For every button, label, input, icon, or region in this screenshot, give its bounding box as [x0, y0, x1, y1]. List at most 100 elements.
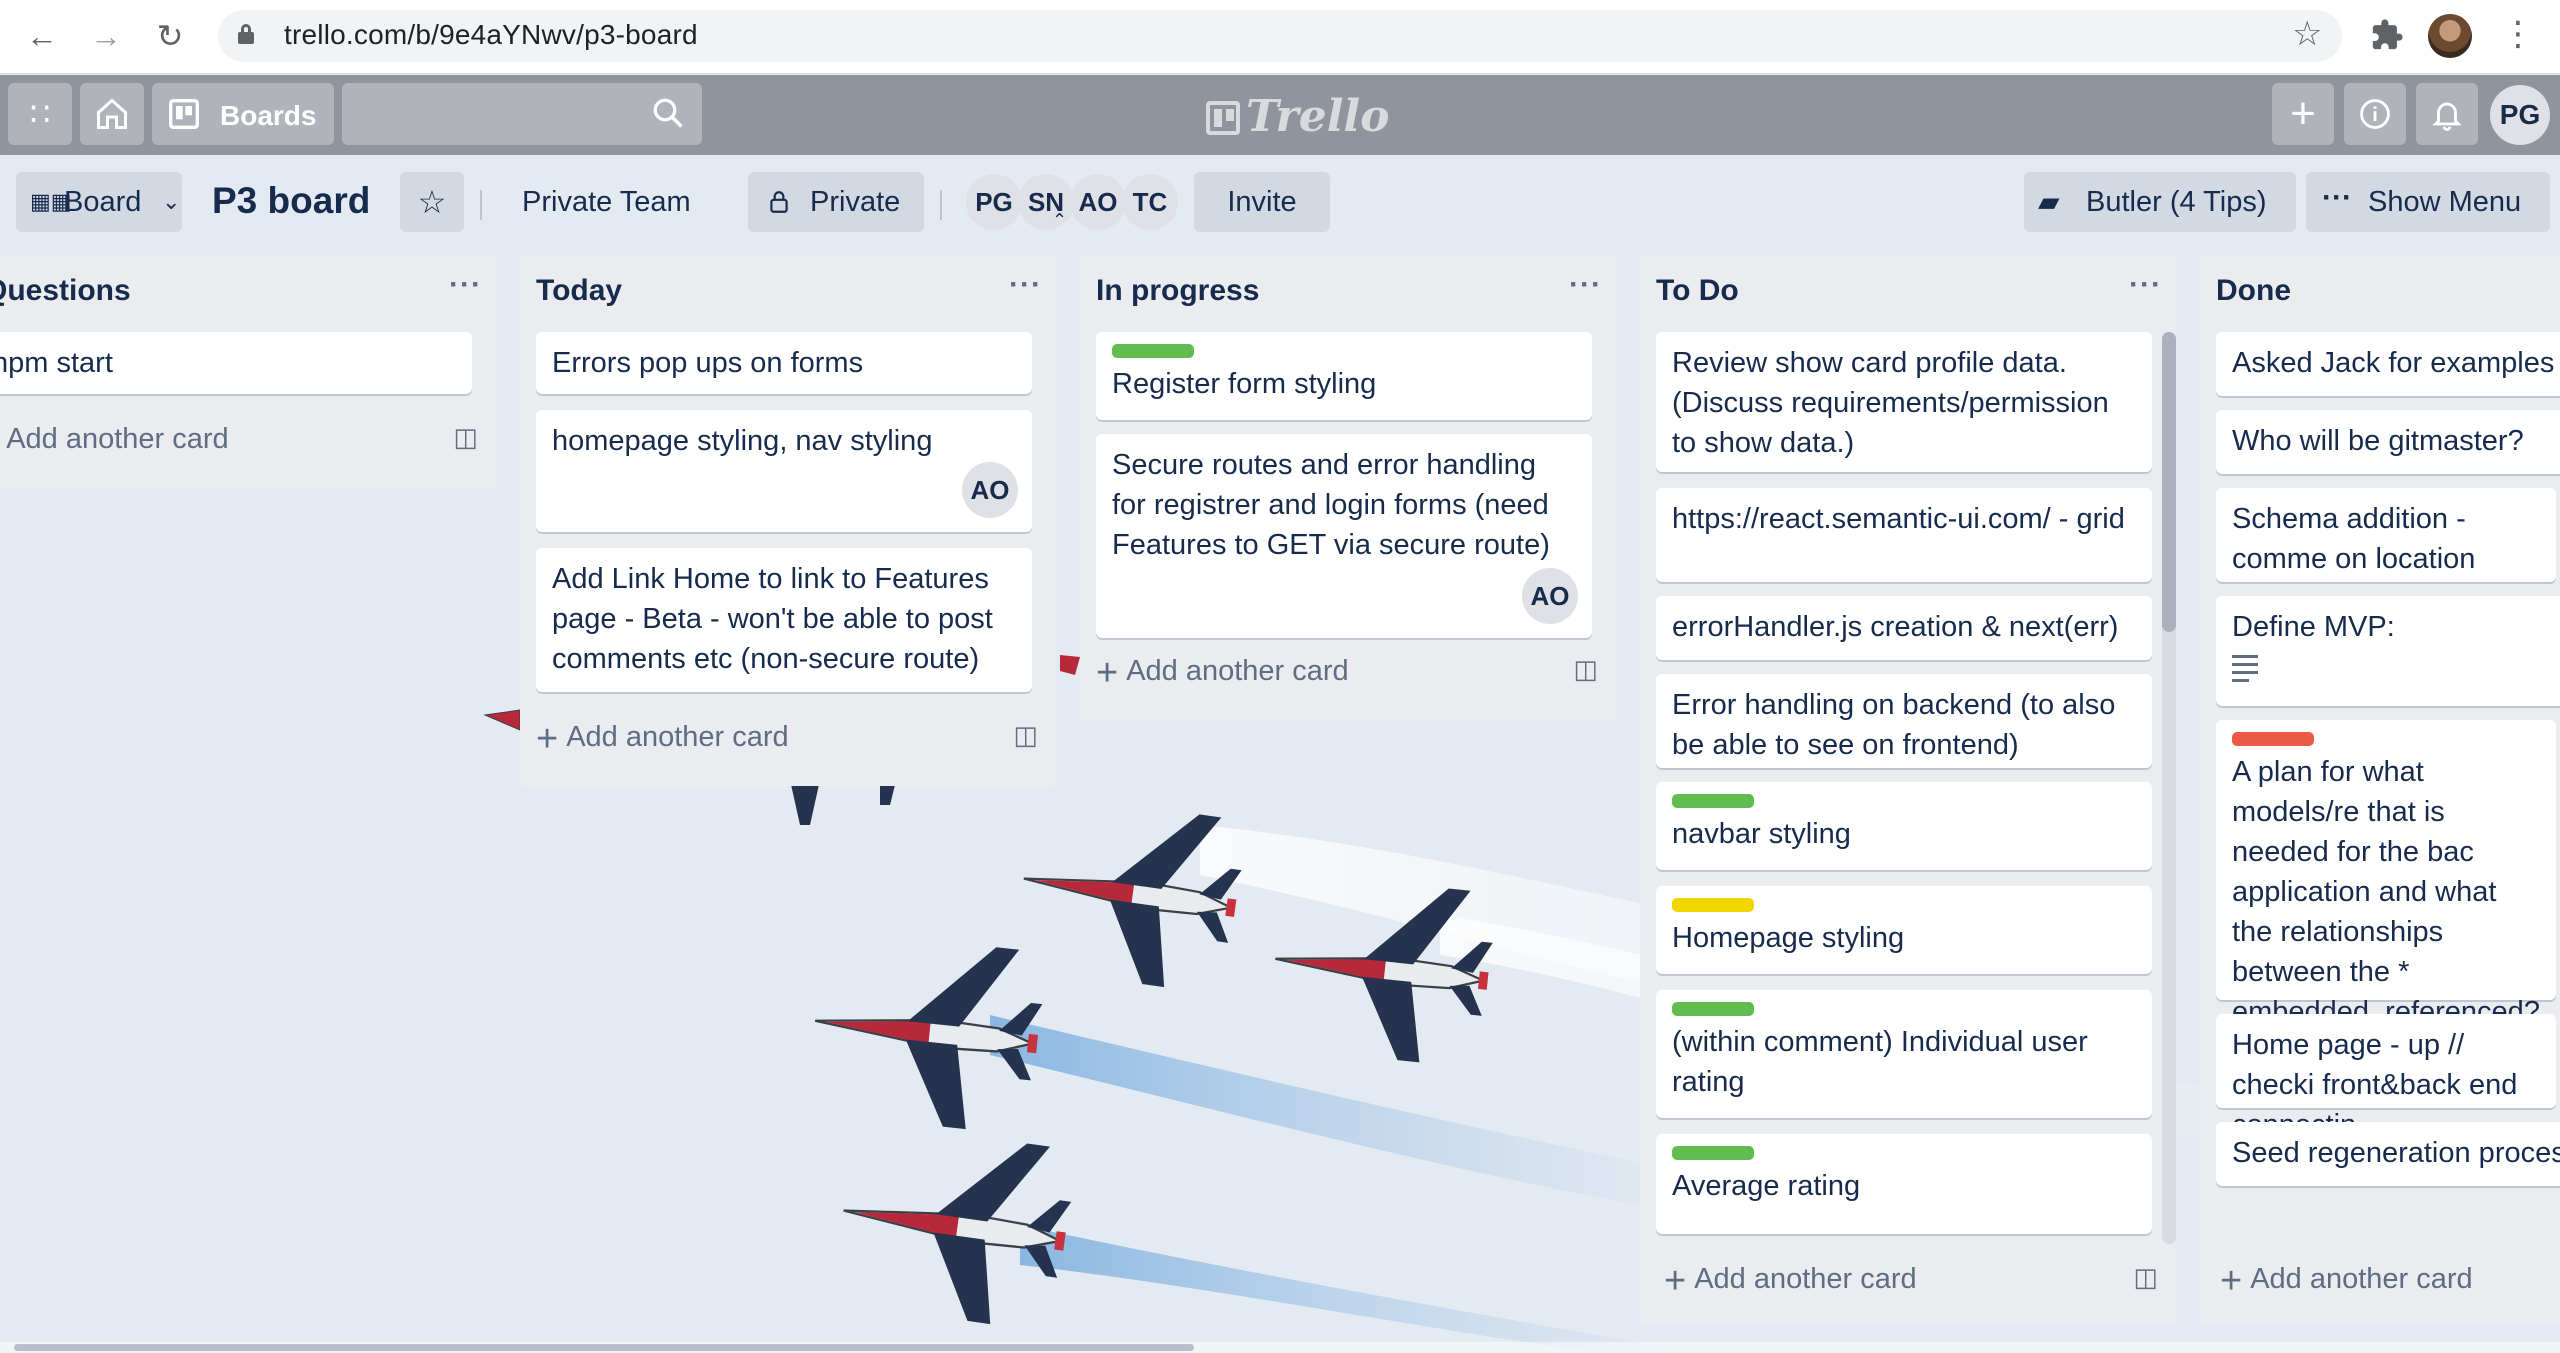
- card[interactable]: Error handling on backend (to also be ab…: [1656, 674, 2152, 768]
- boards-label: Boards: [220, 100, 317, 131]
- card[interactable]: Add Link Home to link to Features page -…: [536, 548, 1032, 692]
- card-title: (within comment) Individual user rating: [1672, 1026, 2088, 1098]
- card[interactable]: npm start: [0, 332, 472, 394]
- card[interactable]: Home page - up // checki front&back end …: [2216, 1014, 2556, 1141]
- card-template-icon[interactable]: ◫: [1013, 720, 1038, 751]
- card[interactable]: Define MVP:: [2216, 596, 2560, 706]
- forward-arrow-icon[interactable]: →: [88, 18, 124, 54]
- team-button[interactable]: Private Team: [506, 172, 710, 232]
- scrollbar-thumb[interactable]: [14, 1344, 1194, 1351]
- description-icon: [2232, 655, 2258, 682]
- card-template-icon[interactable]: ◫: [453, 422, 478, 453]
- star-board-button[interactable]: ☆: [400, 172, 464, 232]
- board-title[interactable]: P3 board: [212, 180, 370, 222]
- divider: [480, 190, 482, 220]
- add-card-button[interactable]: +Add another card: [2220, 1260, 2473, 1303]
- reload-icon[interactable]: ↻: [152, 18, 188, 54]
- visibility-label: Private: [810, 186, 901, 218]
- scrollbar-thumb[interactable]: [2162, 332, 2176, 632]
- lock-icon: [770, 191, 788, 213]
- divider: [940, 190, 942, 220]
- admin-chevron-icon: ⌃: [1052, 210, 1068, 230]
- card-member-avatar[interactable]: AO: [962, 462, 1018, 518]
- show-menu-label: Show Menu: [2368, 186, 2522, 218]
- card-label-green[interactable]: [1112, 344, 1194, 358]
- list-title[interactable]: Today: [536, 274, 622, 308]
- card-title: errorHandler.js creation & next(err): [1672, 611, 2119, 643]
- board-horizontal-scrollbar[interactable]: [0, 1342, 2560, 1353]
- add-card-button[interactable]: +Add another card: [536, 718, 789, 761]
- list-menu-icon[interactable]: ···: [2129, 268, 2162, 302]
- list-cards-scroll[interactable]: Asked Jack for examples Who will be gitm…: [2200, 332, 2560, 1250]
- member-avatar[interactable]: PG: [966, 174, 1022, 230]
- boards-button[interactable]: Boards: [152, 83, 334, 145]
- list-title[interactable]: Questions: [0, 274, 131, 308]
- invite-button[interactable]: Invite: [1194, 172, 1330, 232]
- card[interactable]: Register form styling: [1096, 332, 1592, 420]
- card-template-icon[interactable]: ◫: [1573, 654, 1598, 685]
- create-button[interactable]: +: [2272, 83, 2334, 145]
- board-view-switcher[interactable]: ▦▦ Board ⌄: [16, 172, 182, 232]
- notifications-button[interactable]: [2416, 83, 2478, 145]
- card[interactable]: A plan for what models/re that is needed…: [2216, 720, 2556, 1068]
- card[interactable]: Asked Jack for examples: [2216, 332, 2560, 396]
- card[interactable]: (within comment) Individual user rating: [1656, 990, 2152, 1118]
- plus-icon: +: [1664, 1260, 1687, 1302]
- visibility-button[interactable]: Private: [748, 172, 924, 232]
- card-member-avatar[interactable]: AO: [1522, 568, 1578, 624]
- add-card-button[interactable]: +Add another card: [1664, 1260, 1917, 1303]
- info-button[interactable]: [2344, 83, 2406, 145]
- trello-logo[interactable]: Trello: [1206, 91, 1390, 142]
- card-label-green[interactable]: [1672, 1146, 1754, 1160]
- card[interactable]: navbar styling: [1656, 782, 2152, 870]
- add-card-button[interactable]: +Add another card: [0, 420, 228, 463]
- butler-button[interactable]: ▰ Butler (4 Tips): [2024, 172, 2296, 232]
- list-menu-icon[interactable]: ···: [1009, 268, 1042, 302]
- list-scrollbar[interactable]: [2162, 332, 2176, 1244]
- card[interactable]: Average rating: [1656, 1134, 2152, 1234]
- card[interactable]: Who will be gitmaster?: [2216, 410, 2560, 474]
- bookmark-star-icon[interactable]: ☆: [2292, 14, 2322, 54]
- list-menu-icon[interactable]: ···: [449, 268, 482, 302]
- card[interactable]: Seed regeneration proces: [2216, 1122, 2560, 1186]
- extensions-puzzle-icon[interactable]: [2370, 18, 2404, 52]
- card[interactable]: errorHandler.js creation & next(err): [1656, 596, 2152, 660]
- user-avatar[interactable]: PG: [2490, 85, 2550, 145]
- lock-icon[interactable]: [238, 24, 254, 44]
- card[interactable]: Errors pop ups on forms: [536, 332, 1032, 394]
- member-avatar[interactable]: TC: [1122, 174, 1178, 230]
- card-title: Error handling on backend (to also be ab…: [1672, 689, 2116, 761]
- add-card-button[interactable]: +Add another card: [1096, 652, 1349, 695]
- card-label-green[interactable]: [1672, 1002, 1754, 1016]
- browser-menu-icon[interactable]: ⋮: [2500, 16, 2536, 52]
- list-title[interactable]: In progress: [1096, 274, 1259, 308]
- member-avatar[interactable]: AO: [1070, 174, 1126, 230]
- card-label-green[interactable]: [1672, 794, 1754, 808]
- card-label-yellow[interactable]: [1672, 898, 1754, 912]
- home-button[interactable]: [80, 83, 144, 145]
- card-title: Secure routes and error handling for reg…: [1112, 449, 1550, 561]
- card[interactable]: homepage styling, nav styling AO: [536, 410, 1032, 532]
- list-to-do: To Do ··· Review show card profile data.…: [1640, 256, 2176, 1324]
- show-menu-button[interactable]: ··· Show Menu: [2306, 172, 2550, 232]
- plus-icon: +: [2290, 89, 2316, 138]
- url-text[interactable]: trello.com/b/9e4aYNwv/p3-board: [284, 19, 698, 51]
- card[interactable]: Schema addition - comme on location: [2216, 488, 2556, 582]
- search-input[interactable]: [342, 83, 702, 145]
- card-label-red[interactable]: [2232, 732, 2314, 746]
- chevron-down-icon: ⌄: [162, 189, 181, 214]
- card[interactable]: Homepage styling: [1656, 886, 2152, 974]
- list-title[interactable]: Done: [2216, 274, 2291, 308]
- card[interactable]: Review show card profile data. (Discuss …: [1656, 332, 2152, 472]
- card[interactable]: https://react.semantic-ui.com/ - grid: [1656, 488, 2152, 582]
- list-questions: Questions ··· npm start +Add another car…: [0, 256, 496, 488]
- apps-grid-button[interactable]: ∷: [8, 83, 72, 145]
- list-title[interactable]: To Do: [1656, 274, 1739, 308]
- star-icon: ☆: [417, 184, 447, 220]
- card-template-icon[interactable]: ◫: [2133, 1262, 2158, 1293]
- browser-profile-avatar[interactable]: [2428, 14, 2472, 58]
- list-menu-icon[interactable]: ···: [1569, 268, 1602, 302]
- list-cards-scroll[interactable]: Review show card profile data. (Discuss …: [1640, 332, 2176, 1250]
- back-arrow-icon[interactable]: ←: [24, 18, 60, 54]
- card[interactable]: Secure routes and error handling for reg…: [1096, 434, 1592, 638]
